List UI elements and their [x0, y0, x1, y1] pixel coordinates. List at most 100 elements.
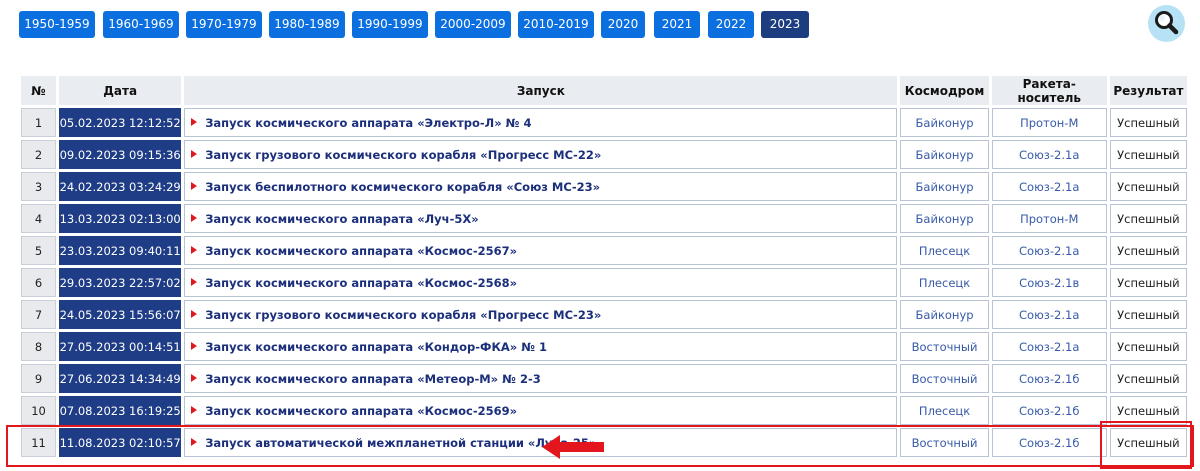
row-num: 11 [21, 428, 57, 457]
rocket-link[interactable]: Союз-2.1а [991, 236, 1107, 265]
row-result: Успешный [1109, 300, 1187, 329]
row-num: 9 [21, 364, 57, 393]
row-result: Успешный [1109, 364, 1187, 393]
row-result: Успешный [1109, 332, 1187, 361]
row-date: 07.08.2023 16:19:25 [59, 396, 182, 425]
row-date: 13.03.2023 02:13:00 [59, 204, 182, 233]
launches-table: № Дата Запуск Космодром Ракета-носитель … [18, 73, 1190, 460]
rocket-link[interactable]: Союз-2.1б [991, 396, 1107, 425]
table-row: 7 24.05.2023 15:56:07 Запуск грузового к… [21, 300, 1187, 329]
decade-button-1970-1979[interactable]: 1970-1979 [186, 11, 262, 38]
row-launch: Запуск космического аппарата «Луч-5Х» [184, 204, 898, 233]
cosmodrome-link[interactable]: Восточный [900, 364, 989, 393]
row-result: Успешный [1109, 172, 1187, 201]
table-row: 4 13.03.2023 02:13:00 Запуск космическог… [21, 204, 1187, 233]
launch-link[interactable]: Запуск грузового космического корабля «П… [205, 148, 601, 162]
bullet-arrow-icon [191, 181, 198, 190]
cosmodrome-link[interactable]: Байконур [900, 172, 989, 201]
cosmodrome-link[interactable]: Байконур [900, 108, 989, 137]
row-result: Успешный [1109, 108, 1187, 137]
rocket-link[interactable]: Союз-2.1б [991, 364, 1107, 393]
decade-button-2000-2009[interactable]: 2000-2009 [435, 11, 511, 38]
cosmodrome-link[interactable]: Байконур [900, 300, 989, 329]
row-date: 27.05.2023 00:14:51 [59, 332, 182, 361]
decade-button-1980-1989[interactable]: 1980-1989 [269, 11, 345, 38]
row-launch: Запуск космического аппарата «Космос-256… [184, 396, 898, 425]
row-result: Успешный [1109, 268, 1187, 297]
header-num: № [21, 76, 57, 105]
launch-link[interactable]: Запуск космического аппарата «Космос-256… [205, 404, 517, 418]
cosmodrome-link[interactable]: Восточный [900, 428, 989, 457]
rocket-link[interactable]: Союз-2.1б [991, 428, 1107, 457]
row-num: 3 [21, 172, 57, 201]
cosmodrome-link[interactable]: Плесецк [900, 396, 989, 425]
header-result: Результат [1109, 76, 1187, 105]
bullet-arrow-icon [191, 213, 198, 222]
row-date: 27.06.2023 14:34:49 [59, 364, 182, 393]
table-row: 10 07.08.2023 16:19:25 Запуск космическо… [21, 396, 1187, 425]
row-launch: Запуск космического аппарата «Космос-256… [184, 268, 898, 297]
row-launch: Запуск беспилотного космического корабля… [184, 172, 898, 201]
row-date: 24.02.2023 03:24:29 [59, 172, 182, 201]
launch-link[interactable]: Запуск космического аппарата «Космос-256… [205, 244, 517, 258]
bullet-arrow-icon [191, 277, 198, 286]
bullet-arrow-icon [191, 245, 198, 254]
rocket-link[interactable]: Протон-М [991, 108, 1107, 137]
table-row: 2 09.02.2023 09:15:36 Запуск грузового к… [21, 140, 1187, 169]
row-date: 29.03.2023 22:57:02 [59, 268, 182, 297]
launch-link[interactable]: Запуск космического аппарата «Кондор-ФКА… [205, 340, 547, 354]
launch-link[interactable]: Запуск грузового космического корабля «П… [205, 308, 601, 322]
year-button-2022[interactable]: 2022 [708, 11, 754, 38]
table-row: 5 23.03.2023 09:40:11 Запуск космическог… [21, 236, 1187, 265]
year-button-2020[interactable]: 2020 [601, 11, 645, 38]
decade-button-1950-1959[interactable]: 1950-1959 [19, 11, 95, 38]
launch-link[interactable]: Запуск автоматической межпланетной станц… [205, 436, 596, 450]
launch-link[interactable]: Запуск космического аппарата «Метеор-М» … [205, 372, 540, 386]
row-result: Успешный [1109, 204, 1187, 233]
decade-button-1990-1999[interactable]: 1990-1999 [352, 11, 428, 38]
row-launch: Запуск космического аппарата «Электро-Л»… [184, 108, 898, 137]
launch-link[interactable]: Запуск космического аппарата «Электро-Л»… [205, 116, 531, 130]
row-launch: Запуск космического аппарата «Метеор-М» … [184, 364, 898, 393]
rocket-link[interactable]: Союз-2.1а [991, 140, 1107, 169]
row-launch: Запуск грузового космического корабля «П… [184, 140, 898, 169]
rocket-link[interactable]: Союз-2.1а [991, 300, 1107, 329]
rocket-link[interactable]: Союз-2.1в [991, 268, 1107, 297]
year-button-2021[interactable]: 2021 [654, 11, 700, 38]
launch-link[interactable]: Запуск космического аппарата «Космос-256… [205, 276, 517, 290]
bullet-arrow-icon [191, 437, 198, 446]
header-launch: Запуск [184, 76, 898, 105]
search-button[interactable] [1148, 5, 1185, 42]
row-date: 11.08.2023 02:10:57 [59, 428, 182, 457]
rocket-link[interactable]: Протон-М [991, 204, 1107, 233]
rocket-link[interactable]: Союз-2.1а [991, 172, 1107, 201]
rocket-link[interactable]: Союз-2.1а [991, 332, 1107, 361]
row-num: 1 [21, 108, 57, 137]
cosmodrome-link[interactable]: Плесецк [900, 236, 989, 265]
decade-button-1960-1969[interactable]: 1960-1969 [103, 11, 179, 38]
row-num: 8 [21, 332, 57, 361]
row-launch: Запуск космического аппарата «Кондор-ФКА… [184, 332, 898, 361]
row-num: 4 [21, 204, 57, 233]
cosmodrome-link[interactable]: Плесецк [900, 268, 989, 297]
launch-link[interactable]: Запуск космического аппарата «Луч-5Х» [205, 212, 478, 226]
cosmodrome-link[interactable]: Байконур [900, 204, 989, 233]
launch-link[interactable]: Запуск беспилотного космического корабля… [205, 180, 600, 194]
header-date: Дата [59, 76, 182, 105]
cosmodrome-link[interactable]: Восточный [900, 332, 989, 361]
cosmodrome-link[interactable]: Байконур [900, 140, 989, 169]
bullet-arrow-icon [191, 309, 198, 318]
bullet-arrow-icon [191, 149, 198, 158]
table-row: 8 27.05.2023 00:14:51 Запуск космическог… [21, 332, 1187, 361]
decade-button-2010-2019[interactable]: 2010-2019 [518, 11, 594, 38]
bullet-arrow-icon [191, 117, 198, 126]
year-button-2023[interactable]: 2023 [761, 11, 809, 38]
table-row: 9 27.06.2023 14:34:49 Запуск космическог… [21, 364, 1187, 393]
row-num: 6 [21, 268, 57, 297]
row-date: 24.05.2023 15:56:07 [59, 300, 182, 329]
magnifier-icon [1155, 11, 1179, 35]
bullet-arrow-icon [191, 341, 198, 350]
row-num: 2 [21, 140, 57, 169]
bullet-arrow-icon [191, 405, 198, 414]
table-header-row: № Дата Запуск Космодром Ракета-носитель … [21, 76, 1187, 105]
